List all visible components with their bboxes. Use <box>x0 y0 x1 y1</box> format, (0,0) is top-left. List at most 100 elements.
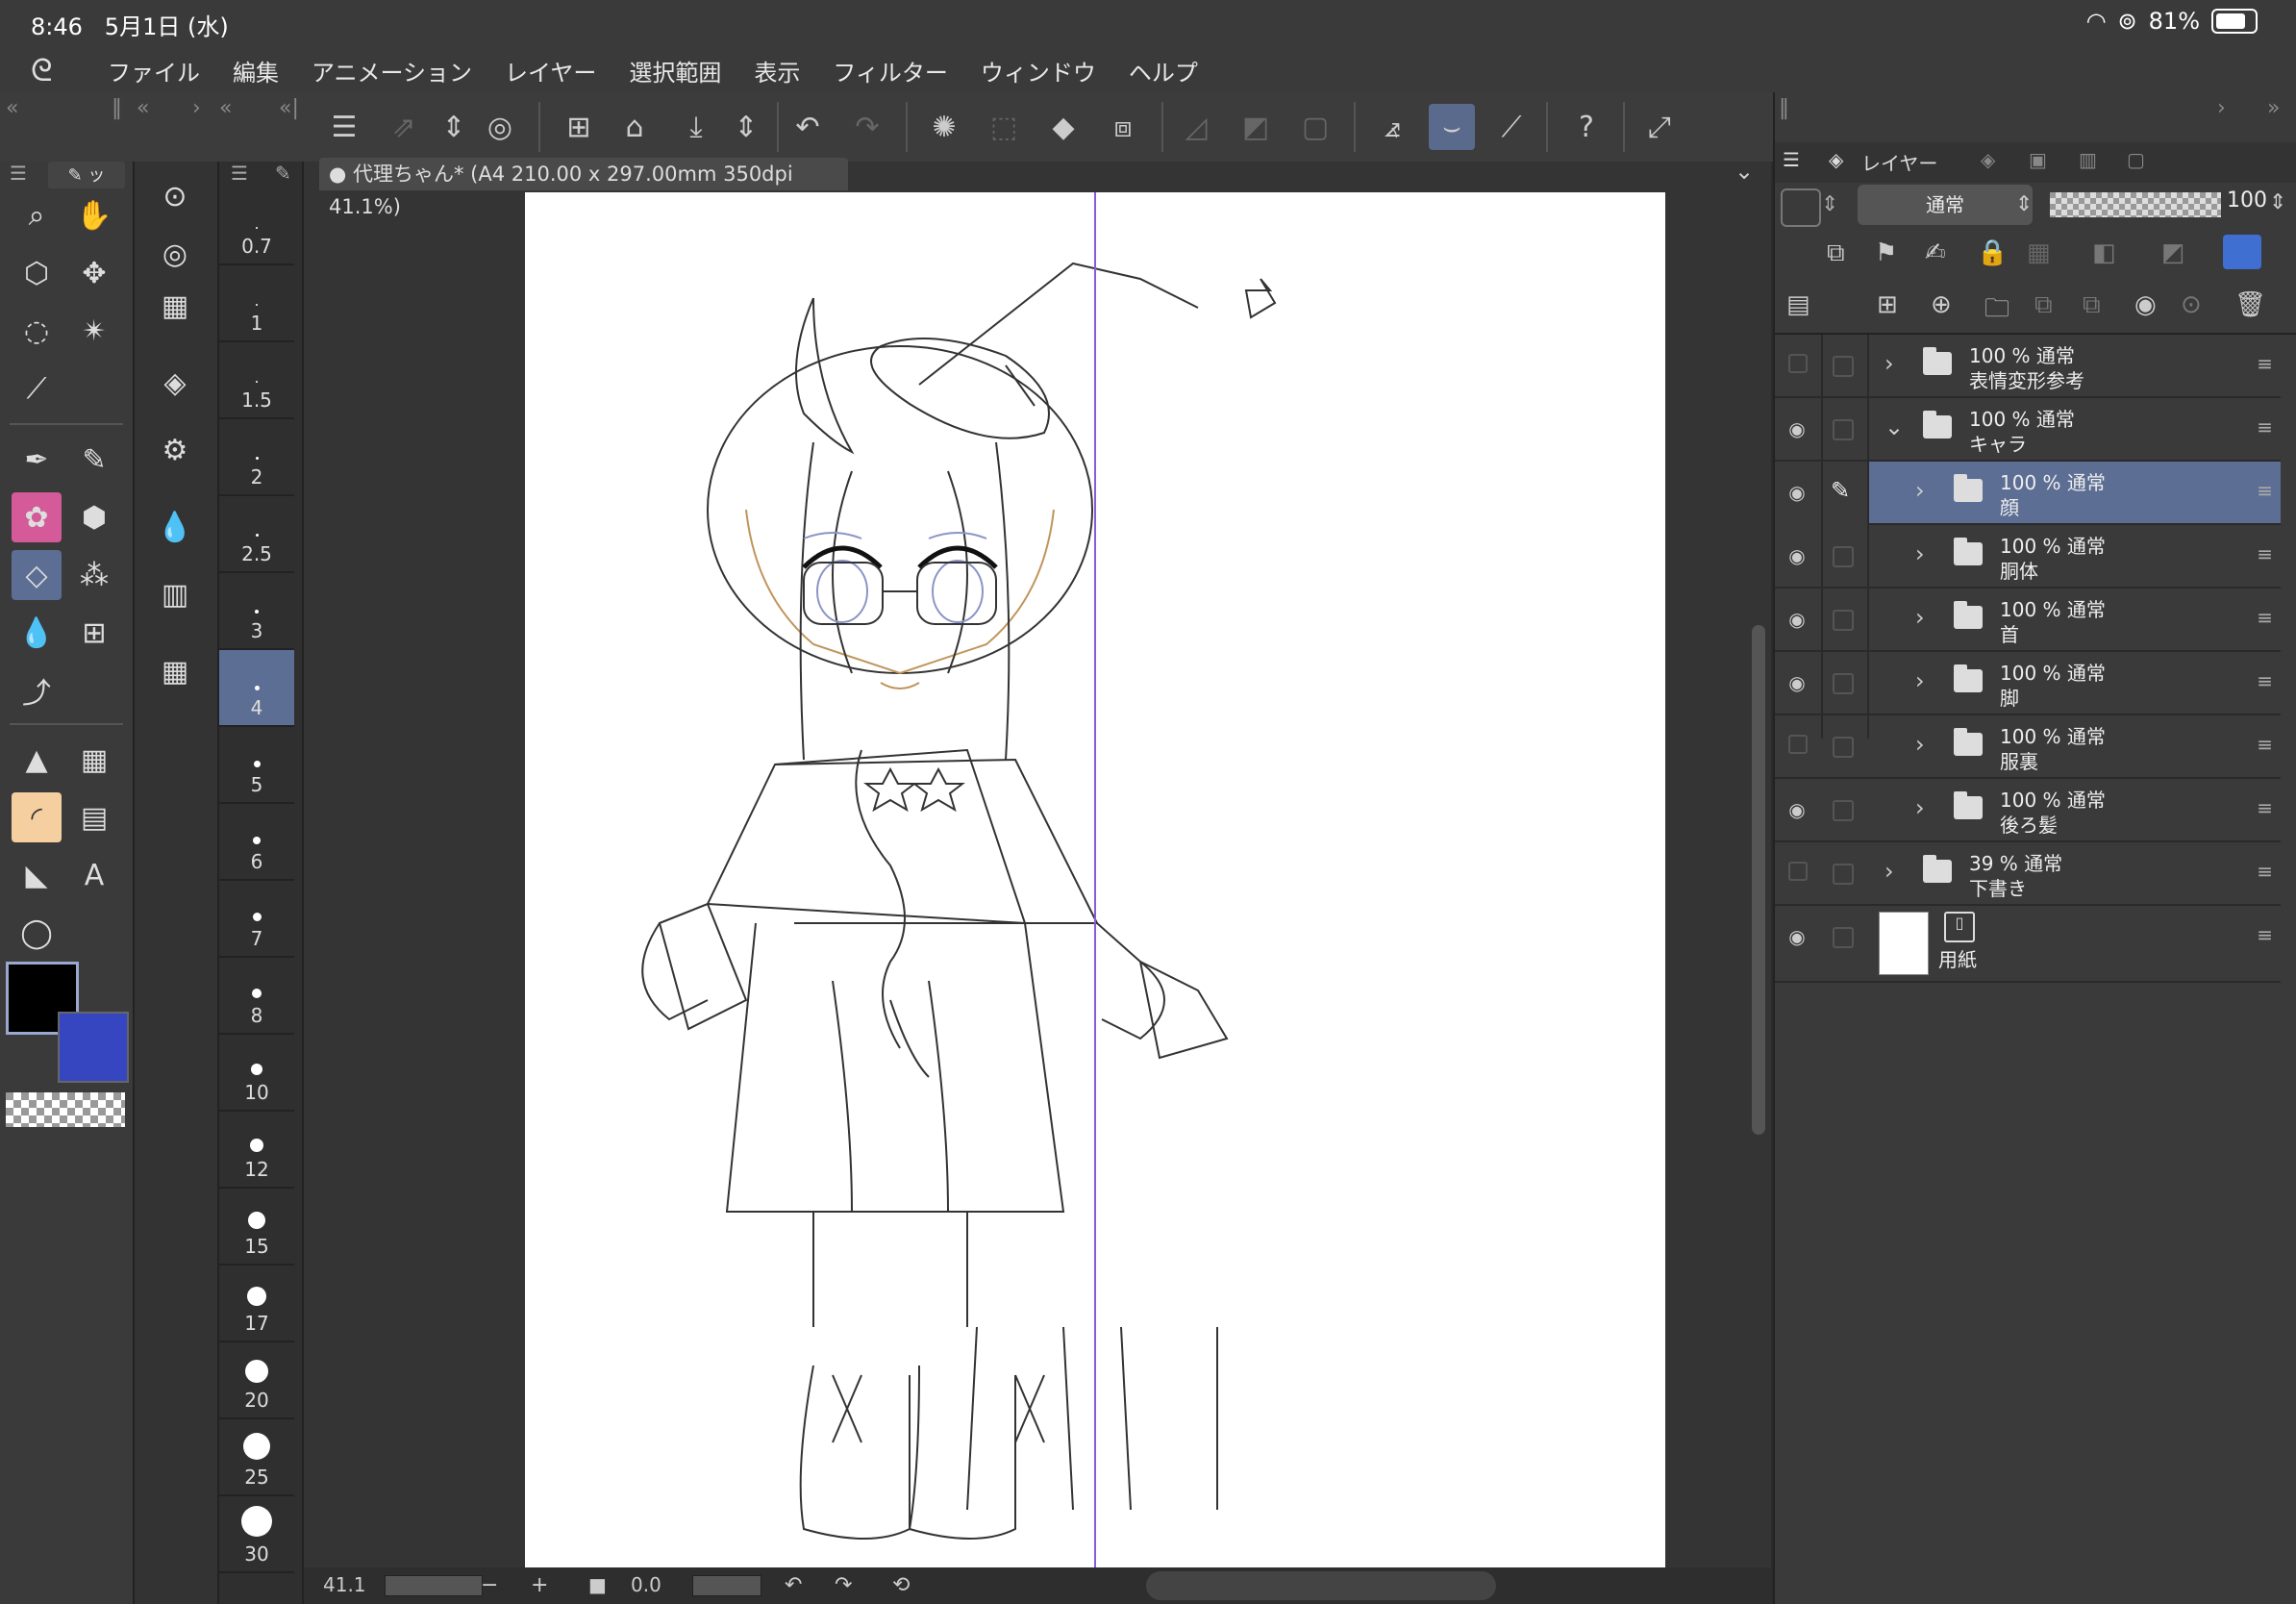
layer-row[interactable]: ◉ › 100 % 通常 後ろ髪 ≡ <box>1775 779 2281 842</box>
layer-row[interactable]: › 100 % 通常 服裏 ≡ <box>1775 715 2281 779</box>
layer-check-checkbox[interactable] <box>1833 546 1854 567</box>
collapse-brush-icon[interactable]: «| <box>279 96 299 120</box>
layer-menu-icon[interactable]: ≡ <box>2257 542 2273 565</box>
layer-check-checkbox[interactable] <box>1833 927 1854 948</box>
open-folder-icon[interactable]: ⌂ <box>611 104 658 150</box>
menu-item-0[interactable]: ファイル <box>108 54 200 88</box>
ruler-icon[interactable]: ⦨ <box>1369 104 1415 150</box>
tool-settings-icon[interactable]: ⚙ <box>150 425 200 475</box>
brush-size-5[interactable]: 5 <box>219 727 294 804</box>
brush-icon[interactable]: ✿ <box>12 492 62 542</box>
brush-tab-icon[interactable]: ✎ <box>275 162 291 185</box>
brush-size-12[interactable]: 12 <box>219 1112 294 1189</box>
chevron-right-icon[interactable]: › <box>1915 731 1925 758</box>
layer-tab-label[interactable]: レイヤー <box>1861 148 1937 176</box>
crop-icon[interactable]: ▢ <box>1292 104 1338 150</box>
redo-icon[interactable]: ↷ <box>844 104 890 150</box>
panel-expand-icon[interactable]: › <box>2217 96 2226 120</box>
layer-check-checkbox[interactable] <box>1833 800 1854 821</box>
layer-menu-icon[interactable]: ≡ <box>2257 415 2273 439</box>
menu-item-2[interactable]: アニメーション <box>312 54 472 88</box>
opacity-value[interactable]: 100 <box>2227 188 2267 213</box>
layer-mask-icon[interactable]: ◉ <box>2134 290 2157 319</box>
layer-color-arrows-icon[interactable]: ⇕ <box>1821 192 1838 216</box>
collapse-sub-icon[interactable]: « <box>219 96 232 120</box>
copy-layer-icon[interactable]: ⧉ <box>2034 290 2053 320</box>
new-vector-layer-icon[interactable]: ⊕ <box>1931 290 1952 319</box>
zoom-in-icon[interactable]: + <box>531 1573 548 1597</box>
menu-item-3[interactable]: レイヤー <box>505 54 596 88</box>
layer-row[interactable]: ◉ ✎ › 100 % 通常顔 ≡ <box>1788 462 2281 525</box>
rotate-left-icon[interactable]: ↶ <box>785 1573 802 1597</box>
menu-item-1[interactable]: 編集 <box>233 54 279 88</box>
magic-wand-icon[interactable]: ✴ <box>69 306 119 356</box>
move-icon[interactable]: ✥ <box>69 248 119 298</box>
layer-check-checkbox[interactable] <box>1833 673 1854 694</box>
new-raster-layer-icon[interactable]: ⊞ <box>1877 290 1898 319</box>
visibility-checkbox[interactable] <box>1788 354 1808 373</box>
object-select-icon[interactable]: ⬡ <box>12 248 62 298</box>
brush-size-3[interactable]: 3 <box>219 573 294 650</box>
chevron-right-icon[interactable]: › <box>1915 794 1925 821</box>
expand-icon[interactable]: › <box>192 96 201 120</box>
delete-layer-icon[interactable]: 🗑 <box>2234 290 2266 319</box>
chevron-right-icon[interactable]: › <box>1884 350 1894 377</box>
fill-bucket-icon[interactable]: ▲ <box>12 735 62 785</box>
material-icon[interactable]: ▦ <box>150 281 200 331</box>
decoration-icon[interactable]: ⬢ <box>69 492 119 542</box>
brush-stabilizer-icon[interactable]: ⌣ <box>1429 104 1475 150</box>
chevron-right-icon[interactable]: › <box>1884 858 1894 885</box>
layer-menu-icon[interactable]: ≡ <box>2257 606 2273 629</box>
loading-icon[interactable]: ✺ <box>921 104 967 150</box>
timeline-icon[interactable]: ▥ <box>150 569 200 619</box>
brush-size-2[interactable]: 2 <box>219 419 294 496</box>
brush-size-0.7[interactable]: 0.7 <box>219 188 294 265</box>
layer-row[interactable]: ◉ › 100 % 通常脚 ≡ <box>1775 652 2281 715</box>
tab-4-icon[interactable]: ▥ <box>2079 148 2097 171</box>
zoom-out-icon[interactable]: − <box>481 1573 498 1597</box>
layer-check-checkbox[interactable] <box>1833 419 1854 440</box>
eye-icon[interactable]: ◉ <box>1784 671 1809 696</box>
chevron-right-icon[interactable]: › <box>1915 604 1925 631</box>
tab-5-icon[interactable]: ▢ <box>2127 148 2145 171</box>
select-all-icon[interactable]: ⬚ <box>981 104 1027 150</box>
layer-check-checkbox[interactable] <box>1833 864 1854 885</box>
menu-icon[interactable]: ☰ <box>321 104 367 150</box>
chevron-right-icon[interactable]: › <box>1915 540 1925 567</box>
brush-size-30[interactable]: 30 <box>219 1496 294 1573</box>
lasso-icon[interactable]: ◌ <box>12 306 62 356</box>
text-icon[interactable]: A <box>69 850 119 900</box>
ruler-tool-icon[interactable]: ◣ <box>12 850 62 900</box>
layer-color-toggle[interactable] <box>1781 188 1821 227</box>
layer-color-icon[interactable] <box>2223 235 2261 269</box>
reset-rotation-icon[interactable]: ⟲ <box>892 1573 910 1597</box>
transform-icon[interactable]: ⧈ <box>1100 104 1146 150</box>
layer-list-icon[interactable]: ▤ <box>1786 290 1810 319</box>
layer-menu-icon[interactable]: ≡ <box>2257 669 2273 692</box>
vertical-scrollbar[interactable] <box>1752 625 1765 1135</box>
color-blend-icon[interactable]: 💧 <box>150 502 200 552</box>
eye-icon[interactable]: ◉ <box>1784 481 1809 506</box>
transparent-color-swatch[interactable] <box>6 1092 125 1127</box>
vector-icon[interactable]: ⤴ <box>12 665 62 715</box>
figure-icon[interactable]: ◜ <box>12 792 62 842</box>
panel-handle-icon[interactable]: ‖ <box>1779 96 1789 120</box>
brush-size-20[interactable]: 20 <box>219 1342 294 1419</box>
eye-icon[interactable]: ◉ <box>1784 544 1809 569</box>
brush-size-4[interactable]: 4 <box>219 650 294 727</box>
layer-menu-icon[interactable]: ≡ <box>2257 796 2273 819</box>
layer-check-checkbox[interactable] <box>1833 610 1854 631</box>
layer-row[interactable]: ◉ › 100 % 通常首 ≡ <box>1775 589 2281 652</box>
layer-menu-icon[interactable]: ≡ <box>2257 733 2273 756</box>
chevron-down-icon[interactable]: ⌄ <box>1884 414 1904 440</box>
layer-check-checkbox[interactable] <box>1833 737 1854 758</box>
reference-icon[interactable]: ⚑ <box>1875 238 1897 267</box>
menu-item-8[interactable]: ヘルプ <box>1129 54 1198 88</box>
layer-menu-icon[interactable]: ≡ <box>2257 860 2273 883</box>
fit-icon[interactable]: ■ <box>588 1573 607 1596</box>
tab-3-icon[interactable]: ▣ <box>2029 148 2047 171</box>
brush-size-8[interactable]: 8 <box>219 958 294 1035</box>
blend-icon[interactable]: 💧 <box>12 608 62 658</box>
gradient-icon[interactable]: ▦ <box>69 735 119 785</box>
hand-icon[interactable]: ✋ <box>69 190 119 240</box>
